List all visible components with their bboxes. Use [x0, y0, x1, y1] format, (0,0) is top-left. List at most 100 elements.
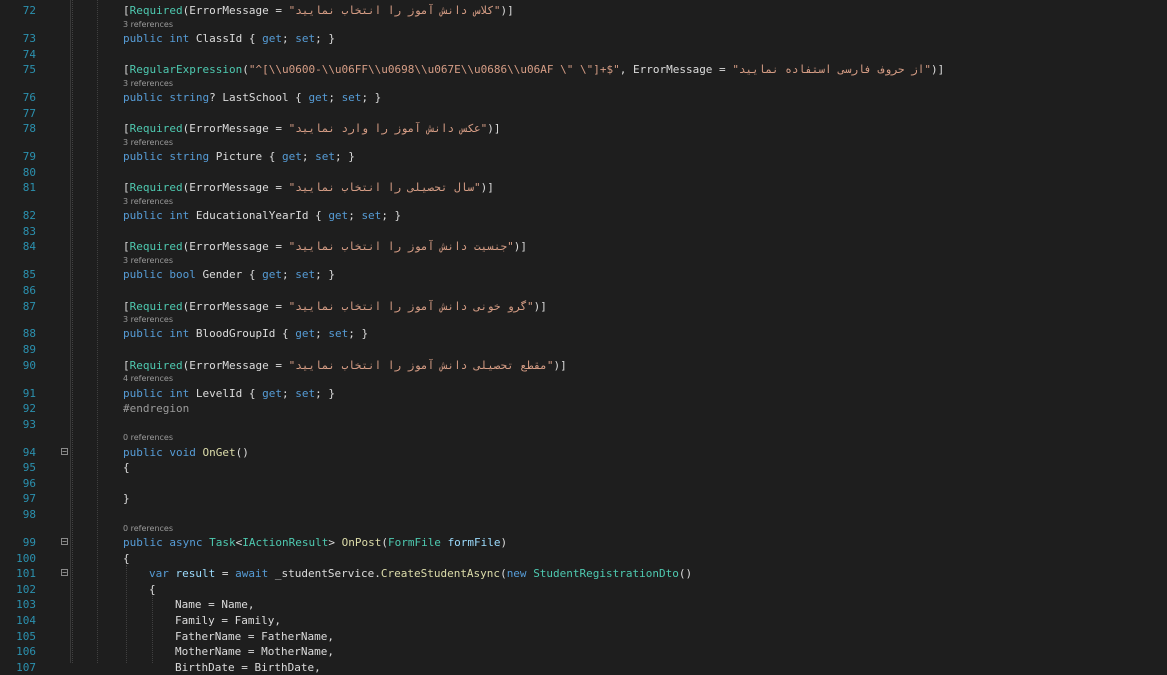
code-line[interactable]: 103 Name = Name,	[0, 598, 1167, 612]
code-line[interactable]: 91 public int LevelId { get; set; }	[0, 387, 1167, 401]
code-token: public async	[123, 535, 203, 549]
code-line[interactable]: 80	[0, 166, 1167, 180]
code-text: var result = await _studentService.Creat…	[149, 567, 692, 581]
code-token: )]	[500, 4, 514, 17]
code-line[interactable]: 79 public string Picture { get; set; }	[0, 150, 1167, 164]
code-line[interactable]: 76 public string? LastSchool { get; set; …	[0, 91, 1167, 105]
code-line[interactable]: 98	[0, 508, 1167, 522]
line-number: 104	[16, 613, 36, 627]
code-line[interactable]: 81 [Required(ErrorMessage = "سال تحصیلی ر…	[0, 181, 1167, 195]
code-token: set	[361, 209, 382, 223]
code-line[interactable]: 88 public int BloodGroupId { get; set; }	[0, 327, 1167, 341]
code-line[interactable]: 73 public int ClassId { get; set; }	[0, 32, 1167, 46]
code-line[interactable]: 92 #endregion	[0, 402, 1167, 416]
code-token: public int	[123, 209, 190, 223]
code-token: public int	[123, 31, 190, 45]
line-number: 77	[22, 106, 36, 120]
code-token: "از حروف فارسی استفاده نمایید"	[732, 63, 931, 77]
code-token: ;	[348, 209, 362, 223]
code-text: Name = Name,	[175, 598, 254, 612]
code-token: [	[123, 358, 130, 372]
code-token: BloodGroupId {	[189, 327, 296, 341]
code-line[interactable]: 77	[0, 107, 1167, 121]
code-line[interactable]: 82 public int EducationalYearId { get; se…	[0, 209, 1167, 223]
code-line[interactable]: 106 MotherName = MotherName,	[0, 645, 1167, 659]
code-token: (ErrorMessage =	[182, 181, 289, 195]
code-token: result	[175, 567, 216, 581]
code-token: [	[123, 4, 130, 17]
code-token: Required	[129, 240, 183, 254]
code-text: public void OnGet()	[123, 446, 249, 460]
code-line[interactable]: 94 − public void OnGet()	[0, 446, 1167, 460]
code-token: (ErrorMessage =	[182, 358, 289, 372]
codelens-references[interactable]: 3 references	[123, 197, 173, 207]
code-token: )]	[513, 240, 527, 254]
code-token: [	[123, 181, 130, 195]
code-line[interactable]: 100 {	[0, 552, 1167, 566]
line-number: 105	[16, 629, 36, 643]
collapse-icon[interactable]: −	[61, 447, 68, 455]
code-token: IActionResult	[242, 535, 329, 549]
code-text: [RegularExpression("^[\\u0600-\\u06FF\\u…	[123, 63, 944, 77]
code-token: CreateStudentAsync	[380, 567, 501, 581]
line-number: 78	[22, 122, 36, 136]
code-token: ()	[235, 445, 249, 459]
code-line[interactable]: 78 [Required(ErrorMessage = "عکس دانش آمو…	[0, 122, 1167, 136]
line-number: 91	[22, 386, 36, 400]
code-line[interactable]: 101 − var result = await _studentService.C…	[0, 567, 1167, 581]
codelens-references[interactable]: 3 references	[123, 315, 173, 325]
codelens-references[interactable]: 4 references	[123, 374, 173, 384]
codelens-references[interactable]: 3 references	[123, 138, 173, 148]
code-line[interactable]: 96	[0, 477, 1167, 491]
line-number: 82	[22, 209, 36, 223]
code-token: get	[262, 31, 282, 45]
codelens-references[interactable]: 0 references	[123, 524, 173, 534]
code-token: ClassId {	[189, 31, 263, 45]
code-line[interactable]: 105 FatherName = FatherName,	[0, 630, 1167, 644]
codelens-references[interactable]: 3 references	[123, 256, 173, 266]
code-line[interactable]: 74	[0, 48, 1167, 62]
code-line[interactable]: 86	[0, 284, 1167, 298]
code-token: #endregion	[123, 402, 190, 416]
code-line[interactable]: 93	[0, 418, 1167, 432]
code-line[interactable]: 102 {	[0, 583, 1167, 597]
code-text: {	[149, 583, 156, 597]
code-token: var	[149, 567, 169, 581]
codelens-references[interactable]: 3 references	[123, 20, 173, 30]
code-token: await	[235, 567, 269, 581]
line-number: 72	[22, 4, 36, 17]
code-token: [	[123, 63, 130, 77]
code-text: MotherName = MotherName,	[175, 645, 334, 659]
codelens-references[interactable]: 0 references	[123, 433, 173, 443]
collapse-icon[interactable]: −	[61, 537, 68, 545]
code-token: )]	[553, 358, 567, 372]
collapse-icon[interactable]: −	[61, 569, 68, 577]
line-number: 73	[22, 31, 36, 45]
code-text: Family = Family,	[175, 614, 281, 628]
line-number: 87	[22, 299, 36, 313]
code-token: FatherName = FatherName,	[175, 629, 334, 643]
code-line[interactable]: 87 [Required(ErrorMessage = "گرو خونی دان…	[0, 300, 1167, 314]
code-text: public int ClassId { get; set; }	[123, 32, 335, 46]
code-line[interactable]: 72 [Required(ErrorMessage = "کلاس دانش آم…	[0, 4, 1167, 18]
code-line[interactable]: 99 − public async Task<IActionResult> OnPo…	[0, 536, 1167, 550]
code-line[interactable]: 85 public bool Gender { get; set; }	[0, 268, 1167, 282]
code-line[interactable]: 97}	[0, 492, 1167, 506]
code-token: (	[242, 63, 249, 77]
codelens-references[interactable]: 3 references	[123, 79, 173, 89]
code-text: public int BloodGroupId { get; set; }	[123, 327, 368, 341]
code-token: [	[123, 240, 130, 254]
code-token: Required	[129, 299, 183, 313]
code-editor[interactable]: 72 [Required(ErrorMessage = "کلاس دانش آم…	[0, 0, 1167, 674]
code-line[interactable]: 89	[0, 343, 1167, 357]
code-line[interactable]: 84 [Required(ErrorMessage = "جنسیت دانش آ…	[0, 240, 1167, 254]
code-line[interactable]: 83	[0, 225, 1167, 239]
code-line[interactable]: 90 [Required(ErrorMessage = "مقطع تحصیلی …	[0, 359, 1167, 373]
code-line[interactable]: 75 [RegularExpression("^[\\u0600-\\u06FF\…	[0, 63, 1167, 77]
code-token: )]	[480, 181, 494, 195]
code-text: #endregion	[123, 402, 189, 416]
code-text: [Required(ErrorMessage = "سال تحصیلی را …	[123, 181, 494, 195]
code-line[interactable]: 95 {	[0, 461, 1167, 475]
code-line[interactable]: 104 Family = Family,	[0, 614, 1167, 628]
code-text: [Required(ErrorMessage = "عکس دانش آموز …	[123, 122, 501, 136]
